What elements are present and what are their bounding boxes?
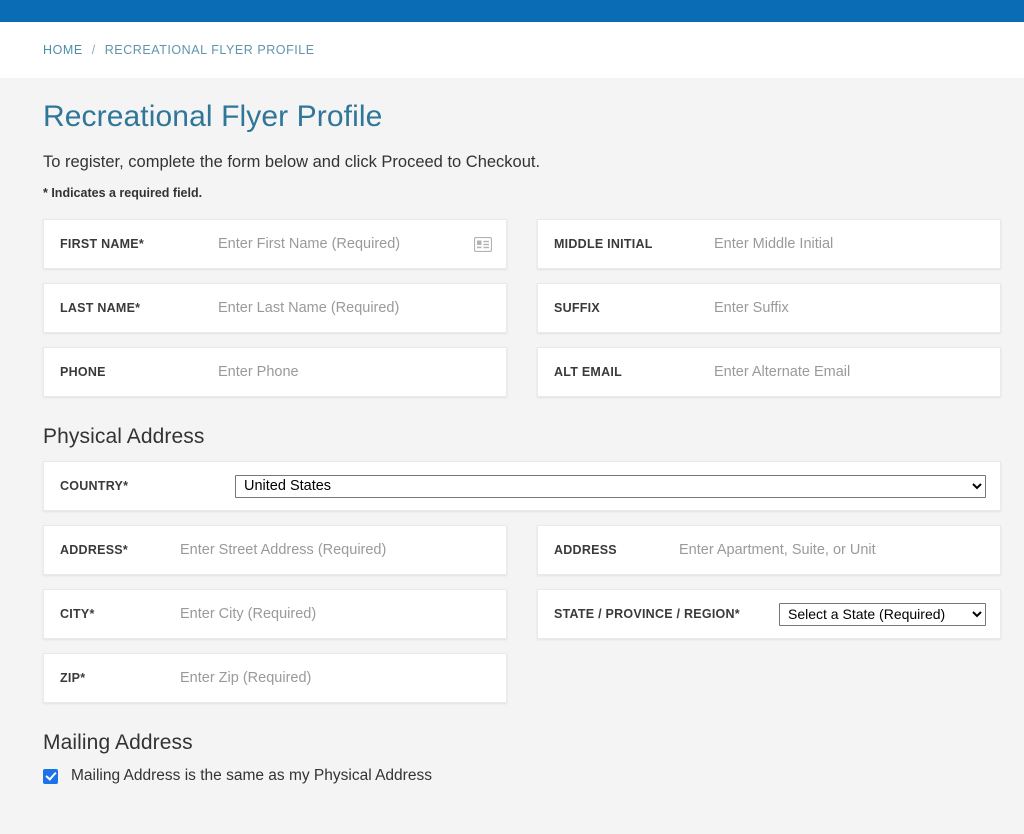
field-label-middle-initial: MIDDLE INITIAL: [554, 237, 714, 251]
field-state[interactable]: STATE / PROVINCE / REGION* Select a Stat…: [537, 589, 1001, 639]
mailing-address-heading: Mailing Address: [43, 731, 981, 755]
first-name-input[interactable]: [218, 220, 466, 268]
unit-address-input[interactable]: [679, 526, 986, 574]
breadcrumb: HOME / RECREATIONAL FLYER PROFILE: [43, 43, 315, 57]
field-label-country: COUNTRY*: [60, 479, 235, 493]
field-label-phone: PHONE: [60, 365, 218, 379]
suffix-input[interactable]: [714, 284, 986, 332]
physical-address-grid: COUNTRY* United States ADDRESS* ADDRESS …: [43, 461, 981, 703]
field-street-address[interactable]: ADDRESS*: [43, 525, 507, 575]
field-phone[interactable]: PHONE: [43, 347, 507, 397]
field-label-alt-email: ALT EMAIL: [554, 365, 714, 379]
field-last-name[interactable]: LAST NAME*: [43, 283, 507, 333]
field-label-last-name: LAST NAME*: [60, 301, 218, 315]
mailing-same-as-physical-label: Mailing Address is the same as my Physic…: [71, 767, 432, 785]
field-unit-address[interactable]: ADDRESS: [537, 525, 1001, 575]
breadcrumb-home-link[interactable]: HOME: [43, 43, 83, 57]
field-country[interactable]: COUNTRY* United States: [43, 461, 1001, 511]
breadcrumb-band: HOME / RECREATIONAL FLYER PROFILE: [0, 22, 1024, 78]
field-label-zip: ZIP*: [60, 671, 180, 685]
zip-input[interactable]: [180, 654, 492, 702]
field-first-name[interactable]: FIRST NAME*: [43, 219, 507, 269]
breadcrumb-current: RECREATIONAL FLYER PROFILE: [105, 43, 315, 57]
city-input[interactable]: [180, 590, 492, 638]
field-label-first-name: FIRST NAME*: [60, 237, 218, 251]
top-blue-strip: [0, 17, 1024, 22]
field-alt-email[interactable]: ALT EMAIL: [537, 347, 1001, 397]
contact-card-icon[interactable]: [474, 237, 492, 252]
field-label-suffix: SUFFIX: [554, 301, 714, 315]
field-zip[interactable]: ZIP*: [43, 653, 507, 703]
field-suffix[interactable]: SUFFIX: [537, 283, 1001, 333]
required-field-note: * Indicates a required field.: [43, 186, 981, 200]
field-label-city: CITY*: [60, 607, 180, 621]
field-label-street-address: ADDRESS*: [60, 543, 180, 557]
country-select[interactable]: United States: [235, 475, 986, 498]
field-label-unit-address: ADDRESS: [554, 543, 679, 557]
last-name-input[interactable]: [218, 284, 492, 332]
phone-input[interactable]: [218, 348, 492, 396]
state-select[interactable]: Select a State (Required): [779, 603, 986, 626]
middle-initial-input[interactable]: [714, 220, 986, 268]
physical-address-heading: Physical Address: [43, 425, 981, 449]
alt-email-input[interactable]: [714, 348, 986, 396]
personal-info-grid: FIRST NAME* MIDDLE INITIAL LAST NAME*: [43, 219, 981, 397]
top-blue-bar: [0, 0, 1024, 17]
mailing-same-as-physical-checkbox[interactable]: [43, 769, 58, 784]
field-label-state: STATE / PROVINCE / REGION*: [554, 607, 779, 621]
mailing-same-as-physical-row[interactable]: Mailing Address is the same as my Physic…: [43, 767, 981, 785]
breadcrumb-separator: /: [92, 43, 96, 57]
street-address-input[interactable]: [180, 526, 492, 574]
page-title: Recreational Flyer Profile: [43, 100, 981, 134]
main-content: Recreational Flyer Profile To register, …: [0, 100, 1024, 785]
field-middle-initial[interactable]: MIDDLE INITIAL: [537, 219, 1001, 269]
intro-text: To register, complete the form below and…: [43, 153, 981, 172]
field-city[interactable]: CITY*: [43, 589, 507, 639]
